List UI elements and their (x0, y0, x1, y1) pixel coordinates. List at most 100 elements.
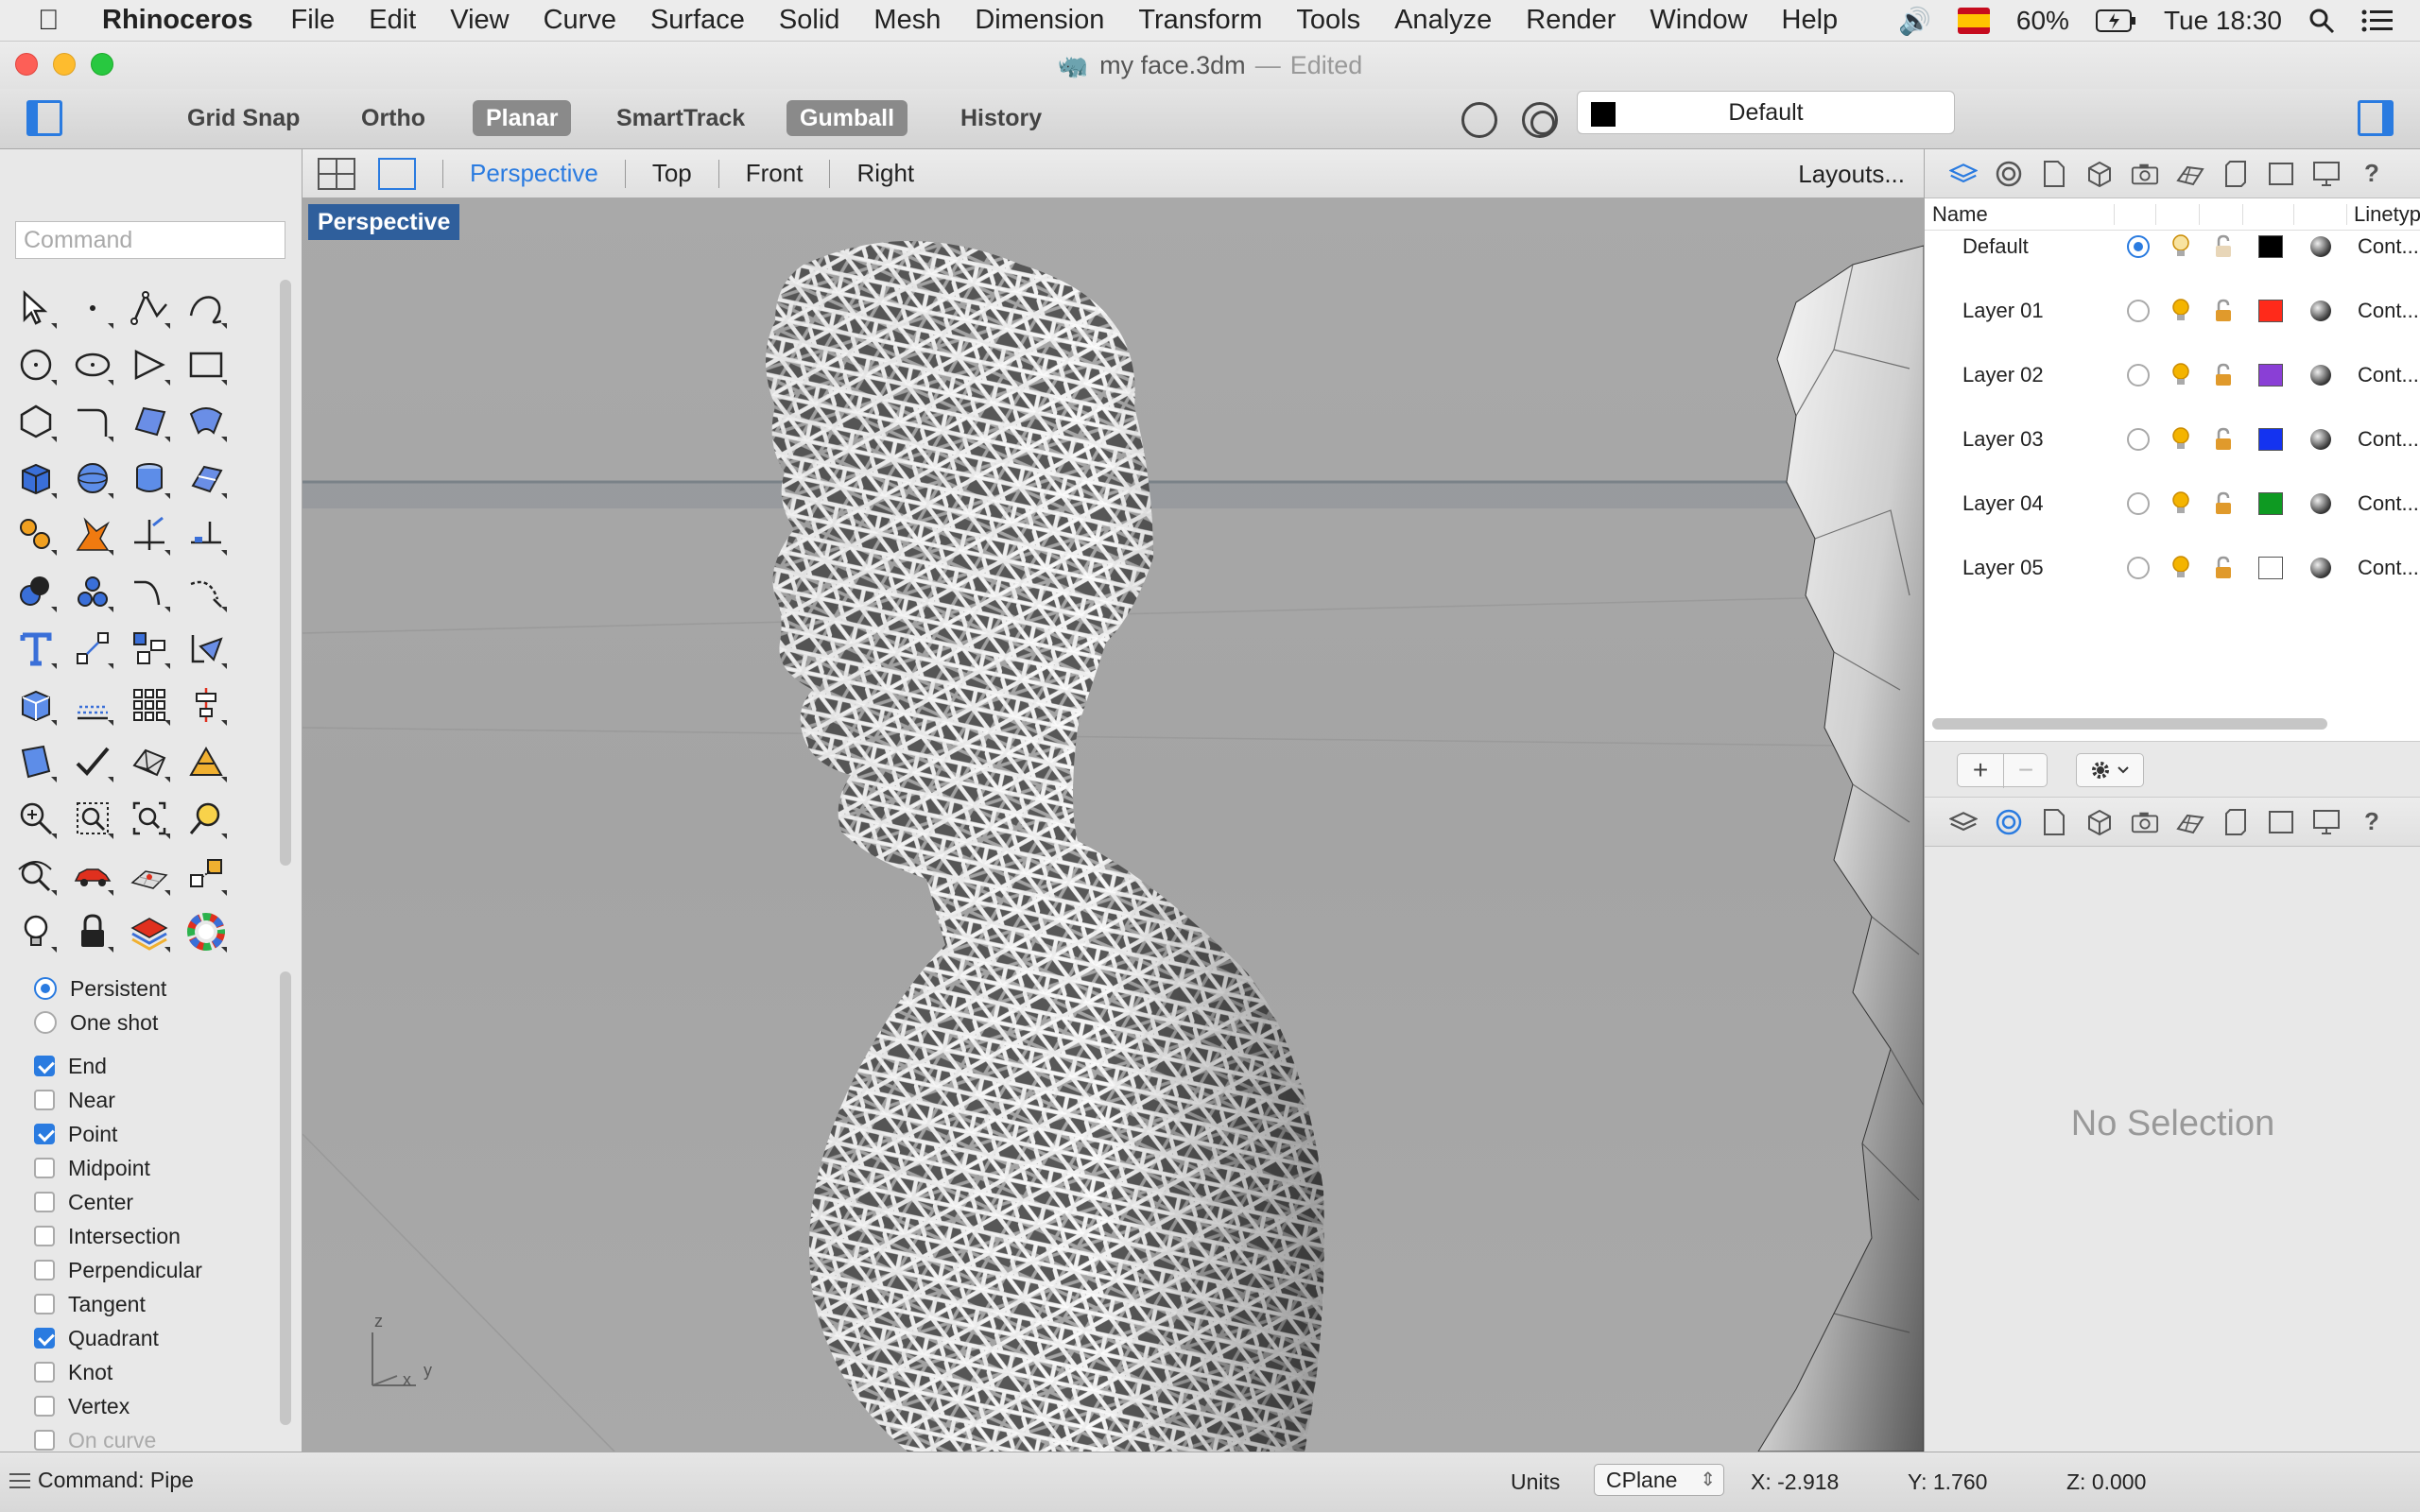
current-layer-radio[interactable] (2127, 235, 2150, 258)
layer-name[interactable]: Layer 04 (1962, 491, 2044, 516)
materials-tab-icon[interactable] (2176, 808, 2204, 836)
menu-edit[interactable]: Edit (369, 5, 416, 36)
units-button[interactable]: Units (1511, 1469, 1560, 1495)
menu-dimension[interactable]: Dimension (975, 5, 1104, 36)
tangent-checkbox[interactable] (34, 1294, 55, 1314)
osnap-intersection[interactable]: Intersection (34, 1219, 270, 1253)
menu-help[interactable]: Help (1782, 5, 1839, 36)
curve-icon[interactable] (180, 282, 233, 335)
properties-tab-icon[interactable] (1995, 160, 2023, 188)
car-render-icon[interactable] (66, 849, 119, 902)
layer-linetype[interactable]: Cont... (2358, 234, 2419, 259)
layer-name[interactable]: Layer 01 (1962, 299, 2044, 323)
lock-status-icon[interactable] (2212, 490, 2235, 517)
smarttrack-toggle[interactable]: SmartTrack (603, 100, 758, 136)
toggle-right-sidebar-icon[interactable] (2358, 100, 2394, 136)
layer-linetype[interactable]: Cont... (2358, 299, 2419, 323)
osnap-perpendicular[interactable]: Perpendicular (34, 1253, 270, 1287)
unroll-icon[interactable] (9, 735, 62, 788)
persistent-radio[interactable] (34, 977, 57, 1000)
osnap-knot[interactable]: Knot (34, 1355, 270, 1389)
zoom-target-icon[interactable] (180, 792, 233, 845)
blend-curve-icon[interactable] (180, 565, 233, 618)
layer-row[interactable]: Layer 01 Cont... (1925, 295, 2420, 327)
current-layer-box[interactable]: Default (1577, 91, 1955, 134)
mesh-icon[interactable] (123, 735, 176, 788)
tab-top[interactable]: Top (652, 159, 692, 188)
help-tab-icon[interactable]: ? (2358, 159, 2386, 188)
layer-color-swatch[interactable] (2258, 235, 2283, 258)
layouts-button[interactable]: Layouts... (1798, 149, 1905, 198)
osnap-target-icon[interactable] (1522, 102, 1558, 138)
current-layer-radio[interactable] (2127, 428, 2150, 451)
cube-tab-icon[interactable] (2085, 808, 2114, 836)
loft-surface-icon[interactable] (180, 395, 233, 448)
fillet-curve-icon[interactable] (66, 395, 119, 448)
layers-tab-icon[interactable] (1949, 808, 1978, 836)
menu-tools[interactable]: Tools (1296, 5, 1360, 36)
sphere-solid-icon[interactable] (66, 452, 119, 505)
tool-palette-scrollbar[interactable] (280, 280, 291, 866)
quadrant-checkbox[interactable] (34, 1328, 55, 1349)
3d-scene[interactable] (302, 198, 1924, 1452)
osnap-point[interactable]: Point (34, 1117, 270, 1151)
viewport-tab-icon[interactable] (2267, 808, 2295, 836)
cplane-select[interactable]: CPlane (1594, 1464, 1724, 1496)
arc-icon[interactable] (123, 338, 176, 391)
menu-view[interactable]: View (450, 5, 509, 36)
boolean-union-icon[interactable] (9, 565, 62, 618)
contour-icon[interactable] (66, 679, 119, 731)
lock-status-icon[interactable] (2212, 555, 2235, 581)
command-input[interactable] (15, 221, 285, 259)
grid-snap-toggle[interactable]: Grid Snap (174, 100, 313, 136)
polygon-icon[interactable] (9, 395, 62, 448)
layer-name[interactable]: Layer 05 (1962, 556, 2044, 580)
layer-material-icon[interactable] (2310, 236, 2331, 257)
volume-icon[interactable]: 🔊 (1898, 6, 1931, 37)
help-tab-icon[interactable]: ? (2358, 807, 2386, 836)
rectangle-icon[interactable] (180, 338, 233, 391)
osnap-tangent[interactable]: Tangent (34, 1287, 270, 1321)
layer-color-swatch[interactable] (2258, 557, 2283, 579)
on-curve-checkbox[interactable] (34, 1430, 55, 1451)
osnap-mode-persistent[interactable]: Persistent (34, 971, 270, 1005)
layer-linetype[interactable]: Cont... (2358, 491, 2419, 516)
camera-tab-icon[interactable] (2131, 160, 2159, 188)
select-arrow-icon[interactable] (9, 282, 62, 335)
layer-row[interactable]: Layer 03 Cont... (1925, 423, 2420, 455)
spotlight-search-icon[interactable] (2308, 8, 2335, 34)
input-source-flag-icon[interactable] (1957, 8, 1990, 34)
osnap-midpoint[interactable]: Midpoint (34, 1151, 270, 1185)
layer-color-swatch[interactable] (2258, 364, 2283, 387)
layer-stack-icon[interactable] (123, 905, 176, 958)
surface-from-points-icon[interactable] (123, 395, 176, 448)
zoom-window-button[interactable] (91, 53, 113, 76)
align-icon[interactable] (180, 679, 233, 731)
layer-row[interactable]: Layer 04 Cont... (1925, 488, 2420, 520)
current-layer-radio[interactable] (2127, 557, 2150, 579)
osnap-panel-scrollbar[interactable] (280, 971, 291, 1425)
layer-row[interactable]: Layer 02 Cont... (1925, 359, 2420, 391)
layer-column-linetype[interactable]: Linetyp (2354, 202, 2420, 227)
osnap-near[interactable]: Near (34, 1083, 270, 1117)
intersection-checkbox[interactable] (34, 1226, 55, 1246)
current-layer-radio[interactable] (2127, 492, 2150, 515)
page-setup-tab-icon[interactable] (2221, 160, 2250, 188)
lock-status-icon[interactable] (2212, 426, 2235, 453)
battery-icon[interactable] (2095, 9, 2137, 33)
layer-color-swatch[interactable] (2258, 300, 2283, 322)
document-tab-icon[interactable] (2040, 160, 2068, 188)
menu-surface[interactable]: Surface (650, 5, 745, 36)
fillet-edge-icon[interactable] (123, 565, 176, 618)
end-checkbox[interactable] (34, 1056, 55, 1076)
properties-tab-icon[interactable] (1995, 808, 2023, 836)
grid-points-icon[interactable] (123, 679, 176, 731)
explode-icon[interactable] (66, 508, 119, 561)
layer-options-button[interactable] (2076, 753, 2144, 787)
visibility-bulb-icon[interactable] (2169, 490, 2193, 517)
layer-row[interactable]: Layer 05 Cont... (1925, 552, 2420, 584)
faceted-head-model[interactable] (1757, 245, 1924, 1452)
trim-icon[interactable] (123, 508, 176, 561)
single-view-layout-icon[interactable] (378, 157, 416, 190)
menu-transform[interactable]: Transform (1138, 5, 1262, 36)
